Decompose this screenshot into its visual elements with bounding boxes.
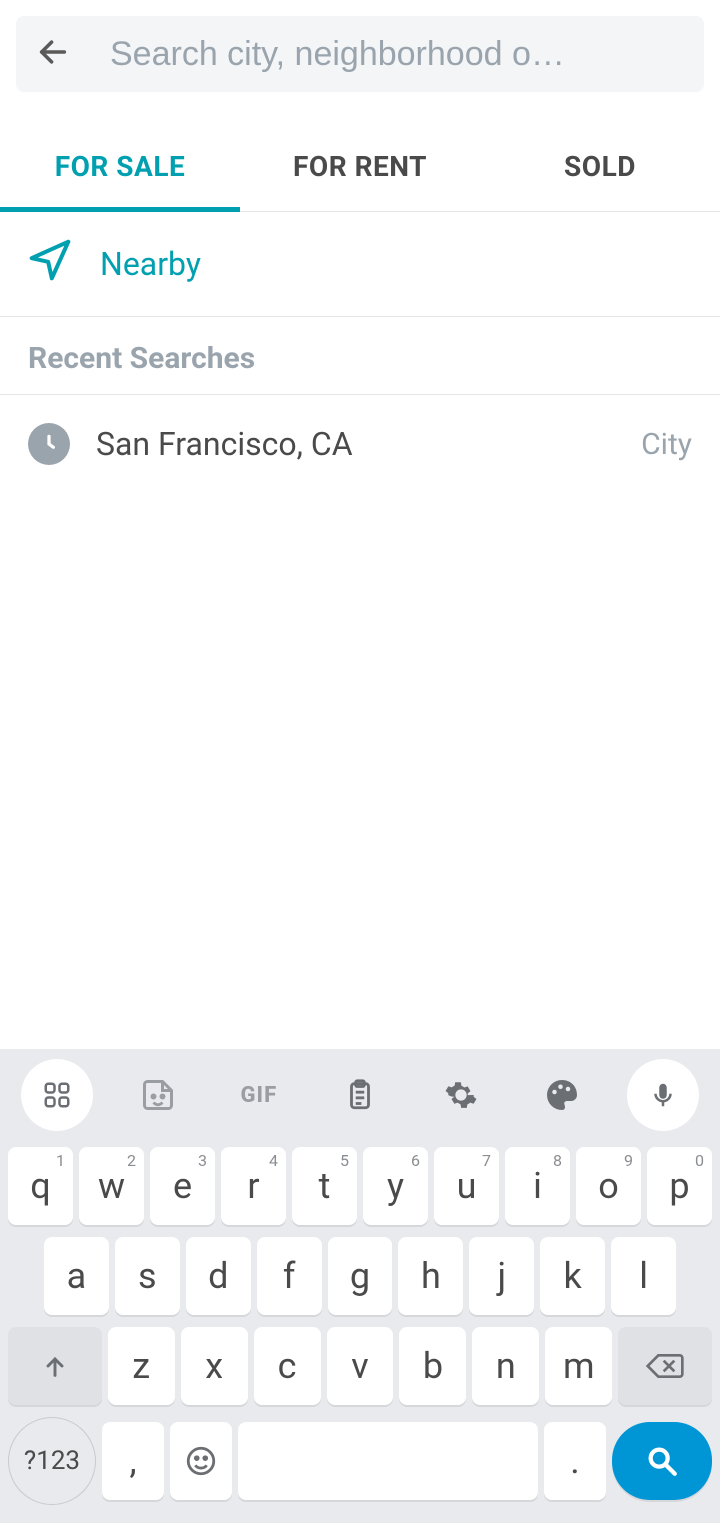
- key-s[interactable]: s: [115, 1237, 180, 1315]
- nearby-label: Nearby: [100, 245, 201, 283]
- comma-key[interactable]: ,: [102, 1422, 164, 1500]
- key-m[interactable]: m: [545, 1327, 612, 1405]
- back-arrow-icon[interactable]: [36, 35, 70, 73]
- tab-for-rent[interactable]: FOR RENT: [240, 132, 480, 211]
- backspace-key[interactable]: [618, 1327, 712, 1405]
- key-y[interactable]: y6: [363, 1147, 428, 1225]
- key-n[interactable]: n: [472, 1327, 539, 1405]
- search-tabs: FOR SALE FOR RENT SOLD: [0, 132, 720, 212]
- keyboard-row-3: z x c v b n m: [0, 1321, 720, 1411]
- emoji-key[interactable]: [170, 1422, 232, 1500]
- key-k[interactable]: k: [540, 1237, 605, 1315]
- nearby-row[interactable]: Nearby: [0, 212, 720, 317]
- sticker-icon[interactable]: [122, 1059, 194, 1131]
- key-d[interactable]: d: [186, 1237, 251, 1315]
- settings-gear-icon[interactable]: [425, 1059, 497, 1131]
- keyboard-toolbar: GIF: [0, 1049, 720, 1141]
- key-o[interactable]: o9: [576, 1147, 641, 1225]
- key-w[interactable]: w2: [79, 1147, 144, 1225]
- recent-search-type: City: [641, 427, 692, 462]
- key-r[interactable]: r4: [221, 1147, 286, 1225]
- shift-key[interactable]: [8, 1327, 102, 1405]
- key-c[interactable]: c: [254, 1327, 321, 1405]
- key-q[interactable]: q1: [8, 1147, 73, 1225]
- key-b[interactable]: b: [399, 1327, 466, 1405]
- keyboard-row-1: q1 w2 e3 r4 t5 y6 u7 i8 o9 p0: [0, 1141, 720, 1231]
- key-t[interactable]: t5: [292, 1147, 357, 1225]
- key-f[interactable]: f: [257, 1237, 322, 1315]
- location-arrow-icon: [28, 238, 72, 290]
- apps-icon[interactable]: [21, 1059, 93, 1131]
- space-key[interactable]: [238, 1422, 538, 1500]
- clock-icon: [28, 423, 70, 465]
- gif-icon[interactable]: GIF: [223, 1059, 295, 1131]
- recent-searches-header: Recent Searches: [0, 317, 720, 395]
- key-e[interactable]: e3: [150, 1147, 215, 1225]
- key-l[interactable]: l: [611, 1237, 676, 1315]
- key-g[interactable]: g: [328, 1237, 393, 1315]
- recent-search-row[interactable]: San Francisco, CA City: [0, 395, 720, 493]
- palette-icon[interactable]: [526, 1059, 598, 1131]
- key-j[interactable]: j: [469, 1237, 534, 1315]
- key-i[interactable]: i8: [505, 1147, 570, 1225]
- key-a[interactable]: a: [44, 1237, 109, 1315]
- search-bar: [16, 16, 704, 92]
- recent-search-name: San Francisco, CA: [96, 425, 353, 463]
- key-z[interactable]: z: [108, 1327, 175, 1405]
- key-x[interactable]: x: [181, 1327, 248, 1405]
- search-enter-key[interactable]: [612, 1422, 712, 1500]
- tab-sold[interactable]: SOLD: [480, 132, 720, 211]
- key-v[interactable]: v: [327, 1327, 394, 1405]
- key-h[interactable]: h: [398, 1237, 463, 1315]
- period-key[interactable]: .: [544, 1422, 606, 1500]
- key-u[interactable]: u7: [434, 1147, 499, 1225]
- tab-for-sale[interactable]: FOR SALE: [0, 132, 240, 211]
- search-input[interactable]: [110, 35, 684, 74]
- keyboard-row-2: a s d f g h j k l: [0, 1231, 720, 1321]
- key-p[interactable]: p0: [647, 1147, 712, 1225]
- clipboard-icon[interactable]: [324, 1059, 396, 1131]
- soft-keyboard: GIF q1 w2 e3 r4 t5 y6 u7 i8 o9 p0 a s d …: [0, 1049, 720, 1523]
- symbols-key[interactable]: ?123: [8, 1417, 96, 1505]
- mic-icon[interactable]: [627, 1059, 699, 1131]
- keyboard-row-4: ?123 , .: [0, 1411, 720, 1511]
